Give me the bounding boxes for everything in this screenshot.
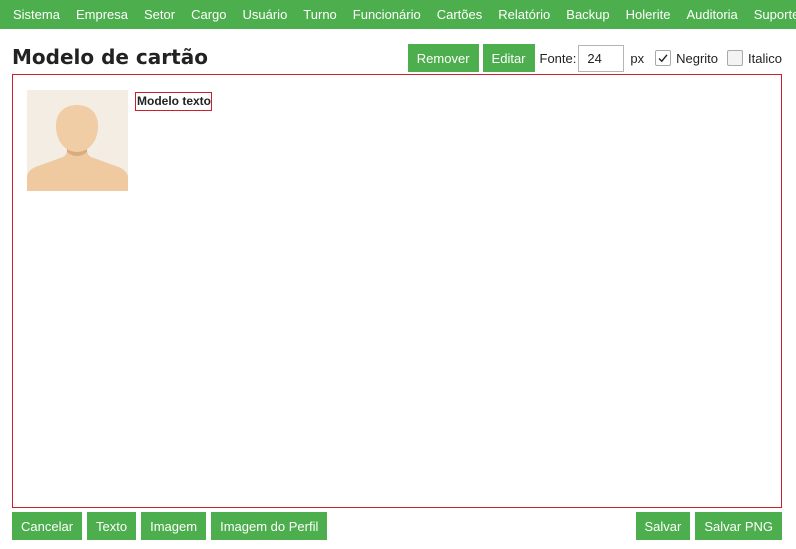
menu-item-sistema[interactable]: Sistema: [6, 0, 69, 29]
save-png-button[interactable]: Salvar PNG: [695, 512, 782, 540]
main-menu-bar: Sistema Empresa Setor Cargo Usuário Turn…: [0, 0, 796, 29]
menu-item-turno[interactable]: Turno: [296, 0, 345, 29]
menu-item-auditoria[interactable]: Auditoria: [679, 0, 746, 29]
profile-image-element[interactable]: [27, 90, 128, 191]
text-toolbar: Remover Editar Fonte: px Negrito Italico: [407, 44, 782, 72]
add-image-button[interactable]: Imagem: [141, 512, 207, 540]
menu-item-cargo[interactable]: Cargo: [184, 0, 235, 29]
font-size-input[interactable]: [578, 44, 625, 72]
menu-item-empresa[interactable]: Empresa: [69, 0, 137, 29]
menu-item-holerite[interactable]: Holerite: [619, 0, 680, 29]
remove-button[interactable]: Remover: [407, 44, 479, 72]
bold-label: Negrito: [676, 50, 719, 66]
italic-label: Italico: [748, 50, 782, 66]
add-text-button[interactable]: Texto: [87, 512, 137, 540]
menu-item-backup[interactable]: Backup: [559, 0, 618, 29]
save-button[interactable]: Salvar: [635, 512, 691, 540]
menu-item-cartoes[interactable]: Cartões: [430, 0, 492, 29]
font-size-label: Fonte:: [539, 50, 577, 66]
menu-item-suporte[interactable]: Suporte: [747, 0, 796, 29]
cancel-button[interactable]: Cancelar: [12, 512, 83, 540]
edit-button[interactable]: Editar: [482, 44, 535, 72]
card-text-element[interactable]: Modelo texto: [135, 92, 212, 111]
menu-item-funcionario[interactable]: Funcionário: [346, 0, 430, 29]
bottom-right-actions: Salvar Salvar PNG: [631, 512, 782, 540]
menu-item-setor[interactable]: Setor: [137, 0, 184, 29]
bold-checkbox[interactable]: [655, 50, 672, 66]
checkmark-icon: [658, 54, 668, 63]
page-title: Modelo de cartão: [12, 45, 208, 69]
card-canvas[interactable]: Modelo texto: [12, 74, 782, 508]
menu-item-usuario[interactable]: Usuário: [236, 0, 297, 29]
menu-item-relatorio[interactable]: Relatório: [491, 0, 559, 29]
font-unit-label: px: [630, 50, 645, 66]
bottom-left-actions: Cancelar Texto Imagem Imagem do Perfil: [12, 512, 332, 540]
profile-placeholder-icon: [27, 90, 128, 191]
add-profile-image-button[interactable]: Imagem do Perfil: [211, 512, 328, 540]
italic-checkbox[interactable]: [727, 50, 744, 66]
